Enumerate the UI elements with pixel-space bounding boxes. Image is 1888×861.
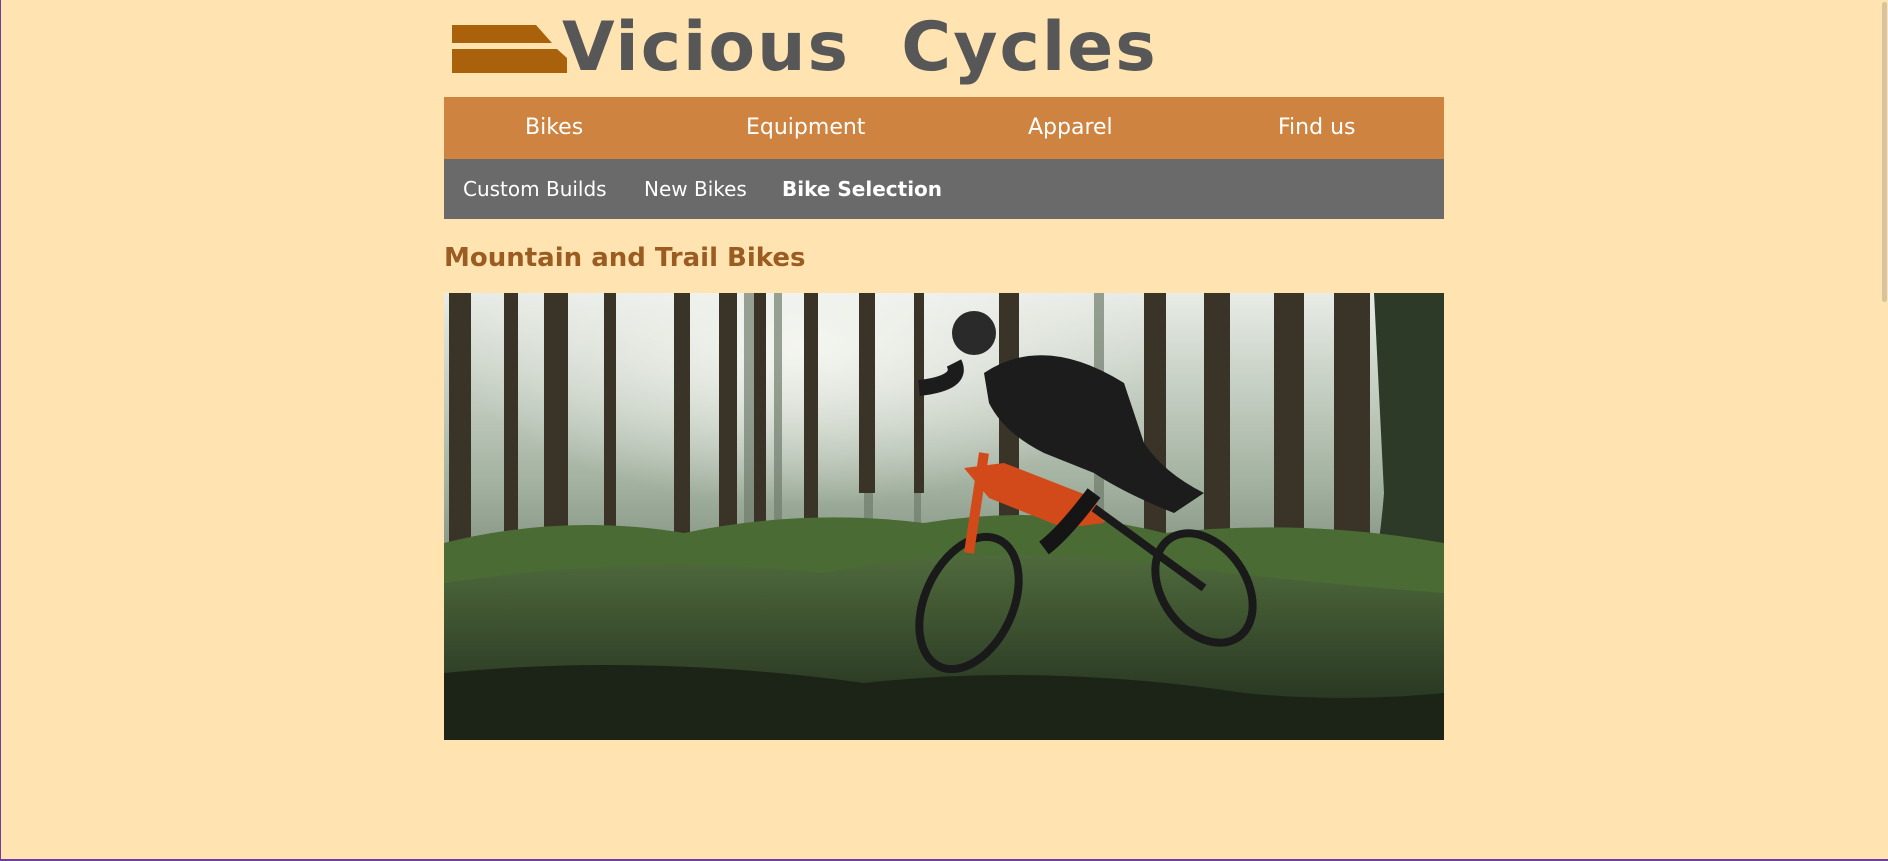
- subnav-item-custom-builds[interactable]: Custom Builds: [463, 159, 607, 219]
- main-navigation: Bikes Equipment Apparel Find us: [444, 97, 1444, 159]
- subnav-item-new-bikes[interactable]: New Bikes: [644, 159, 747, 219]
- site-logo[interactable]: Vicious Cycles: [452, 8, 1232, 87]
- nav-item-apparel[interactable]: Apparel: [1028, 97, 1113, 159]
- nav-item-equipment[interactable]: Equipment: [746, 97, 865, 159]
- hero-image: [444, 293, 1444, 740]
- nav-item-find-us[interactable]: Find us: [1278, 97, 1355, 159]
- logo-stripes-icon: [452, 25, 567, 73]
- page: { "brand": { "name": "Vicious Cycles", "…: [0, 0, 1888, 861]
- subnav-item-bike-selection[interactable]: Bike Selection: [782, 159, 942, 219]
- sub-navigation: Custom Builds New Bikes Bike Selection: [444, 159, 1444, 219]
- mountain-bike-rider-forest-photo-icon: [444, 293, 1444, 740]
- scrollbar-thumb[interactable]: [1882, 2, 1887, 302]
- nav-item-bikes[interactable]: Bikes: [525, 97, 583, 159]
- logo-wordmark: Vicious Cycles: [562, 8, 1158, 87]
- page-title: Mountain and Trail Bikes: [444, 243, 806, 273]
- vertical-scrollbar[interactable]: [1880, 0, 1888, 859]
